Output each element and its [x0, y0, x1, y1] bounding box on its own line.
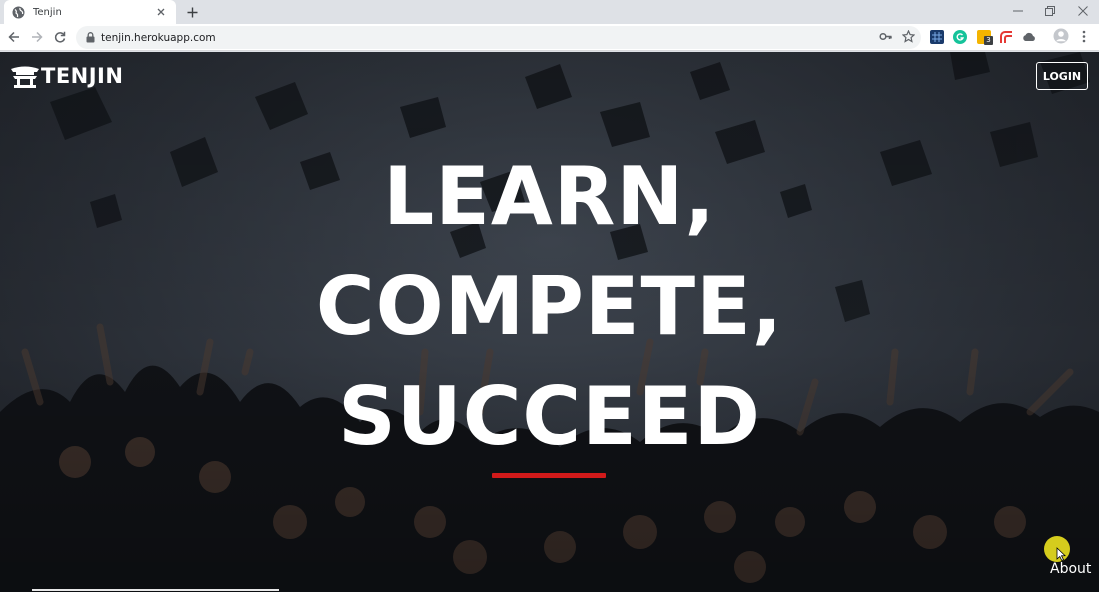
brand-name: TENJIN [41, 64, 124, 88]
tab-title: Tenjin [33, 6, 62, 18]
minimize-icon[interactable] [1008, 3, 1028, 19]
restore-icon[interactable] [1040, 3, 1060, 19]
window-close-icon[interactable] [1073, 3, 1093, 19]
hero-line-learn: LEARN, [383, 150, 716, 243]
about-link[interactable]: About [1050, 561, 1091, 577]
hero-section: TENJIN LOGIN LEARN, COMPETE, SUCCEED Abo… [0, 52, 1099, 592]
grammarly-icon[interactable] [953, 30, 967, 44]
url-text: tenjin.herokuapp.com [101, 31, 216, 44]
ext-grid-icon[interactable] [930, 30, 944, 44]
brand-logo[interactable]: TENJIN [10, 63, 123, 89]
new-tab-icon[interactable] [184, 4, 200, 20]
mouse-pointer-icon [1056, 547, 1066, 561]
tab-close-icon[interactable] [154, 5, 168, 19]
extension-badge: 3 [984, 36, 993, 45]
kebab-menu-icon[interactable] [1077, 29, 1091, 43]
address-bar[interactable]: tenjin.herokuapp.com [76, 26, 921, 49]
ext-badge-icon[interactable]: 3 [977, 30, 993, 45]
temple-logo-icon [10, 63, 40, 89]
hero-line-compete: COMPETE, [315, 260, 784, 353]
tab-strip: Tenjin [0, 0, 1099, 24]
forward-icon[interactable] [29, 29, 45, 45]
back-icon[interactable] [6, 29, 22, 45]
accent-divider [492, 473, 606, 478]
horizontal-scrollbar[interactable] [32, 589, 279, 591]
key-icon[interactable] [878, 29, 892, 43]
globe-icon [12, 6, 25, 19]
bookmark-star-icon[interactable] [901, 29, 915, 43]
profile-avatar-icon[interactable] [1053, 28, 1069, 44]
ext-red-icon[interactable] [999, 30, 1013, 44]
reload-icon[interactable] [52, 29, 68, 45]
browser-toolbar: tenjin.herokuapp.com 3 [0, 24, 1099, 51]
hero-headline: LEARN, COMPETE, SUCCEED [0, 142, 1099, 472]
hero-line-succeed: SUCCEED [338, 370, 761, 463]
login-button[interactable]: LOGIN [1036, 62, 1088, 90]
ext-cloud-icon[interactable] [1022, 30, 1036, 44]
lock-icon [86, 32, 95, 43]
browser-tab[interactable]: Tenjin [4, 0, 176, 24]
